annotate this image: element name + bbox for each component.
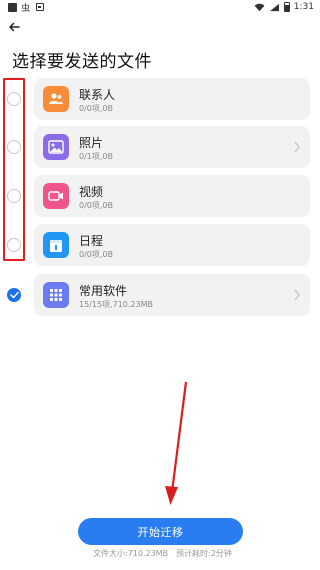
item-name: 日程 — [79, 234, 104, 248]
wifi-icon — [254, 3, 265, 11]
item-name: 常用软件 — [79, 284, 128, 298]
list-item-calendar: 日程 0/0项,0B — [0, 224, 320, 266]
item-summary: 0/1项,0B — [79, 152, 113, 161]
item-name: 视频 — [79, 185, 104, 199]
estimated-time-label: 预计耗时:2分钟 — [176, 549, 232, 558]
photo-icon — [43, 134, 69, 160]
notification-icon — [36, 3, 45, 11]
card-photos[interactable]: 照片 0/1项,0B — [34, 126, 310, 168]
app-notification-icon — [8, 2, 17, 12]
list-item-contacts: 联系人 0/0项,0B — [0, 78, 320, 120]
video-icon — [43, 183, 69, 209]
status-bar-left: 虫 — [8, 1, 45, 14]
battery-icon — [283, 2, 290, 12]
item-name: 照片 — [79, 136, 104, 150]
annotation-highlight-box — [3, 78, 25, 261]
card-apps[interactable]: 常用软件 15/15项,710.23MB — [34, 274, 310, 316]
file-size-label: 文件大小:710.23MB — [93, 549, 169, 558]
page-title: 选择要发送的文件 — [12, 52, 152, 72]
card-calendar[interactable]: 日程 0/0项,0B — [34, 224, 310, 266]
list-item-photos: 照片 0/1项,0B — [0, 126, 320, 168]
start-migration-button[interactable]: 开始迁移 — [78, 518, 243, 545]
card-videos[interactable]: 视频 0/0项,0B — [34, 175, 310, 217]
status-bar: 虫 1:31 — [0, 0, 320, 14]
apps-icon — [43, 282, 69, 308]
chevron-right-icon[interactable] — [293, 288, 301, 302]
back-arrow-icon — [9, 22, 20, 32]
back-button[interactable] — [6, 19, 22, 35]
item-summary: 0/0项,0B — [79, 250, 113, 259]
chevron-right-icon[interactable] — [293, 140, 301, 154]
item-summary: 15/15项,710.23MB — [79, 300, 153, 309]
item-summary: 0/0项,0B — [79, 201, 113, 210]
card-contacts[interactable]: 联系人 0/0项,0B — [34, 78, 310, 120]
item-summary: 0/0项,0B — [79, 104, 113, 113]
signal-icon — [269, 3, 279, 11]
status-app-label: 虫 — [21, 3, 31, 14]
list-item-apps: 常用软件 15/15项,710.23MB — [0, 274, 320, 316]
check-icon — [9, 291, 19, 299]
list-item-videos: 视频 0/0项,0B — [0, 175, 320, 217]
status-time: 1:31 — [293, 2, 314, 12]
radio-apps[interactable] — [7, 288, 21, 302]
contacts-icon — [43, 86, 69, 112]
calendar-icon — [43, 232, 69, 258]
status-bar-right: 1:31 — [254, 2, 314, 12]
item-name: 联系人 — [79, 88, 116, 102]
